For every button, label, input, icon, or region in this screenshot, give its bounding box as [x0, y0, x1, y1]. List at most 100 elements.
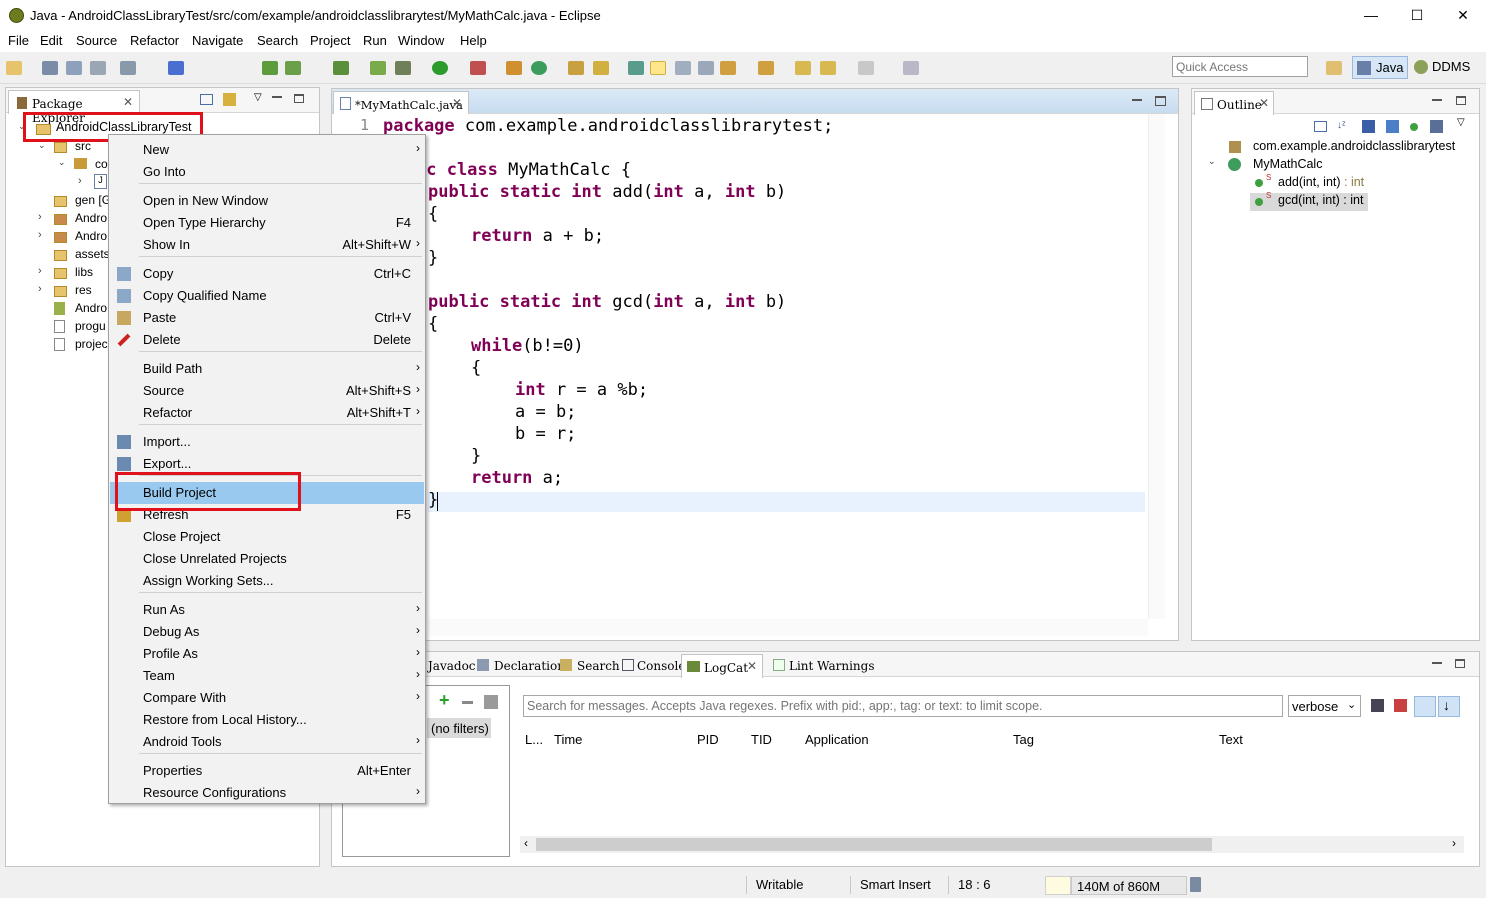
context-menu-item[interactable]: Delete Delete: [110, 329, 424, 351]
link-with-editor-icon[interactable]: [223, 93, 236, 106]
checklist-icon[interactable]: [333, 61, 349, 75]
chevron-right-icon[interactable]: ›: [38, 283, 42, 295]
tree-item-gen[interactable]: gen [G: [75, 193, 111, 207]
horizontal-scrollbar[interactable]: [428, 619, 1148, 636]
tree-item-res[interactable]: res: [75, 283, 92, 297]
scroll-right-icon[interactable]: ›: [1452, 836, 1456, 850]
collapse-all-icon[interactable]: [200, 94, 213, 105]
perspective-ddms-button[interactable]: DDMS: [1412, 56, 1478, 79]
column-level[interactable]: L...: [525, 732, 543, 747]
tab-mymathcalc[interactable]: *MyMathCalc.java ✕: [333, 91, 469, 115]
back-icon[interactable]: [820, 61, 836, 75]
tree-item-manifest[interactable]: Andro: [75, 301, 107, 315]
minimize-view-icon[interactable]: [1132, 99, 1142, 101]
tree-item-project-properties[interactable]: projec: [75, 337, 108, 351]
minimize-view-icon[interactable]: [272, 96, 282, 98]
hide-local-types-icon[interactable]: [1430, 120, 1443, 133]
new-class-icon[interactable]: [531, 61, 547, 75]
avd-manager-icon[interactable]: [285, 61, 301, 75]
trash-icon[interactable]: [1190, 877, 1201, 892]
tree-item-proguard[interactable]: progu: [75, 319, 106, 333]
save-log-icon[interactable]: [1371, 699, 1384, 712]
next-annotation-icon[interactable]: [720, 61, 736, 75]
outline-package[interactable]: com.example.androidclasslibrarytest: [1253, 139, 1455, 153]
tree-item-assets[interactable]: assets: [75, 247, 110, 261]
context-menu-item[interactable]: Team ›: [110, 665, 424, 687]
heap-status[interactable]: 140M of 860M: [1071, 876, 1187, 895]
tab-search[interactable]: Search: [577, 659, 620, 673]
pin-editor-icon[interactable]: [903, 61, 919, 75]
context-menu-item[interactable]: Copy Ctrl+C: [110, 263, 424, 285]
previous-annotation-icon[interactable]: [758, 61, 774, 75]
logcat-search-input[interactable]: [523, 695, 1283, 717]
context-menu-item[interactable]: Resource Configurations ›: [110, 782, 424, 804]
tab-console[interactable]: Console: [637, 659, 685, 673]
menu-run[interactable]: Run: [363, 33, 387, 48]
context-menu-item[interactable]: Properties Alt+Enter: [110, 760, 424, 782]
context-menu-item[interactable]: Build Path ›: [110, 358, 424, 380]
close-tab-icon[interactable]: ✕: [123, 95, 133, 109]
toggle-mark-occurrences-icon[interactable]: [650, 61, 666, 75]
search-tool-icon[interactable]: [593, 61, 609, 75]
block-selection-icon[interactable]: [675, 61, 691, 75]
log-level-select[interactable]: verbose ⌄: [1288, 695, 1361, 717]
context-menu-item[interactable]: Refactor Alt+Shift+T ›: [110, 402, 424, 424]
external-tools-icon[interactable]: [470, 61, 486, 75]
tab-outline[interactable]: Outline ✕: [1194, 91, 1274, 115]
close-tab-icon[interactable]: ✕: [1259, 96, 1269, 110]
menu-search[interactable]: Search: [257, 33, 298, 48]
outline-method-gcd[interactable]: gcd(int, int) : int: [1278, 193, 1363, 207]
context-menu-item[interactable]: Paste Ctrl+V: [110, 307, 424, 329]
context-menu-item[interactable]: Debug As ›: [110, 621, 424, 643]
sort-icon[interactable]: ↓ᶻ: [1337, 120, 1346, 131]
context-menu-item[interactable]: Profile As ›: [110, 643, 424, 665]
clear-log-icon[interactable]: [1394, 699, 1407, 712]
save-all-icon[interactable]: [66, 61, 82, 75]
scroll-left-icon[interactable]: ‹: [524, 836, 528, 850]
forward-icon[interactable]: [858, 61, 874, 75]
new-icon[interactable]: [6, 61, 22, 75]
quick-access-input[interactable]: [1172, 56, 1308, 77]
maximize-view-icon[interactable]: [1155, 96, 1166, 106]
menu-refactor[interactable]: Refactor: [130, 33, 179, 48]
open-perspective-icon[interactable]: [1326, 61, 1342, 75]
chevron-right-icon[interactable]: ›: [38, 211, 42, 223]
context-menu-item[interactable]: Copy Qualified Name: [110, 285, 424, 307]
column-text[interactable]: Text: [1219, 732, 1243, 747]
perspective-java-button[interactable]: Java: [1352, 56, 1408, 79]
chevron-right-icon[interactable]: ›: [38, 229, 42, 241]
debug-icon[interactable]: [395, 61, 411, 75]
scrollbar-thumb[interactable]: [536, 838, 1212, 851]
context-menu-item[interactable]: Restore from Local History...: [110, 709, 424, 731]
hide-non-public-icon[interactable]: [1410, 123, 1418, 131]
chevron-down-icon[interactable]: ⌄: [1208, 156, 1216, 167]
tree-item-android-2[interactable]: Andro: [75, 229, 107, 243]
column-pid[interactable]: PID: [697, 732, 719, 747]
menu-window[interactable]: Window: [398, 33, 444, 48]
close-tab-icon[interactable]: ✕: [452, 96, 462, 110]
hide-static-icon[interactable]: [1386, 120, 1399, 133]
menu-edit[interactable]: Edit: [40, 33, 62, 48]
maximize-view-icon[interactable]: [294, 94, 304, 103]
chevron-right-icon[interactable]: ›: [38, 265, 42, 277]
view-menu-icon[interactable]: ▽: [1457, 117, 1465, 128]
maximize-button[interactable]: ☐: [1394, 0, 1440, 31]
menu-navigate[interactable]: Navigate: [192, 33, 243, 48]
column-tid[interactable]: TID: [751, 732, 772, 747]
context-menu-item[interactable]: Assign Working Sets...: [110, 570, 424, 592]
tab-lint-warnings[interactable]: Lint Warnings: [789, 659, 875, 673]
minimize-view-icon[interactable]: [1432, 99, 1442, 101]
save-icon[interactable]: [42, 61, 58, 75]
java-file-icon[interactable]: J: [94, 174, 107, 189]
context-menu-item[interactable]: Import...: [110, 431, 424, 453]
pin-icon[interactable]: [168, 61, 184, 75]
minimize-view-icon[interactable]: [1432, 662, 1442, 664]
column-tag[interactable]: Tag: [1013, 732, 1034, 747]
scroll-lock-button[interactable]: ↓: [1438, 696, 1460, 717]
tab-declaration[interactable]: Declaration: [494, 659, 565, 673]
toggle-filters-button[interactable]: [1414, 696, 1436, 717]
close-button[interactable]: ✕: [1440, 0, 1486, 31]
new-java-package-icon[interactable]: [506, 61, 522, 75]
collapse-all-icon[interactable]: [1314, 121, 1327, 132]
context-menu-item[interactable]: Close Unrelated Projects: [110, 548, 424, 570]
